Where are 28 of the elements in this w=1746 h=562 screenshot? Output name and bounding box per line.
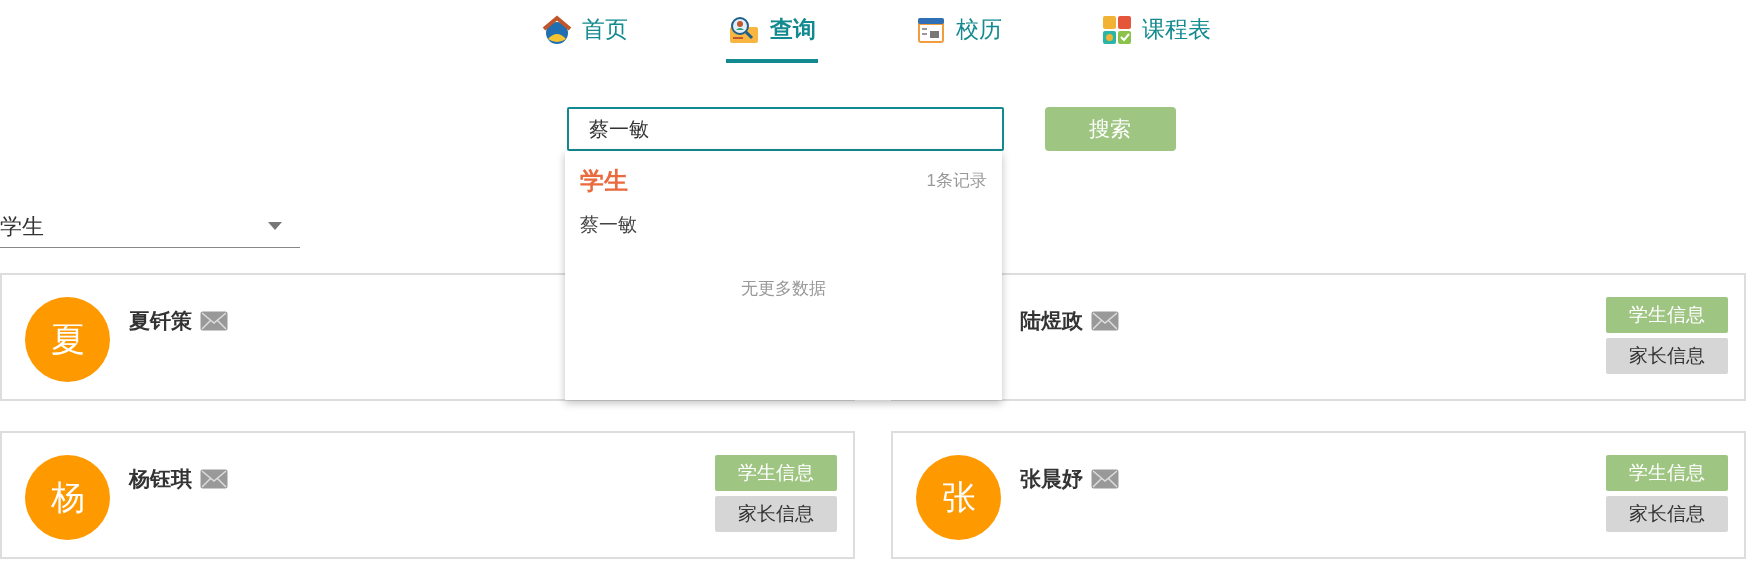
suggestion-item[interactable]: 蔡一敏 [580,211,637,240]
avatar: 张 [916,455,1001,540]
no-more-data-text: 无更多数据 [741,277,826,300]
envelope-icon[interactable] [200,310,228,331]
nav-tab[interactable]: 首页 [539,0,630,63]
student-name: 夏钎策 [129,308,192,334]
category-select[interactable]: 学生 [0,205,300,248]
avatar: 杨 [25,455,110,540]
nav-tab[interactable]: 校历 [913,0,1004,63]
nav-tab[interactable]: 课程表 [1099,0,1213,63]
house-icon [541,14,572,45]
search-field[interactable]: 蔡一敏 [566,107,1004,151]
magnifier-card-icon [727,14,760,45]
info-button[interactable]: 家长信息 [1606,338,1728,374]
student-name: 张晨妤 [1020,466,1083,492]
info-button[interactable]: 家长信息 [715,496,837,532]
category-heading: 学生 [580,166,628,196]
avatar: 夏 [25,297,110,382]
envelope-icon[interactable] [1091,468,1119,489]
record-count: 1条记录 [926,170,987,193]
student-name: 陆煜政 [1020,308,1083,334]
grid-tiles-icon [1101,14,1132,45]
envelope-icon[interactable] [1091,310,1119,331]
nav-tab[interactable]: 查询 [725,0,818,63]
envelope-icon[interactable] [200,468,228,489]
dropdown-caret-icon [268,222,282,230]
info-button[interactable]: 家长信息 [1606,496,1728,532]
student-name: 杨钰琪 [129,466,192,492]
